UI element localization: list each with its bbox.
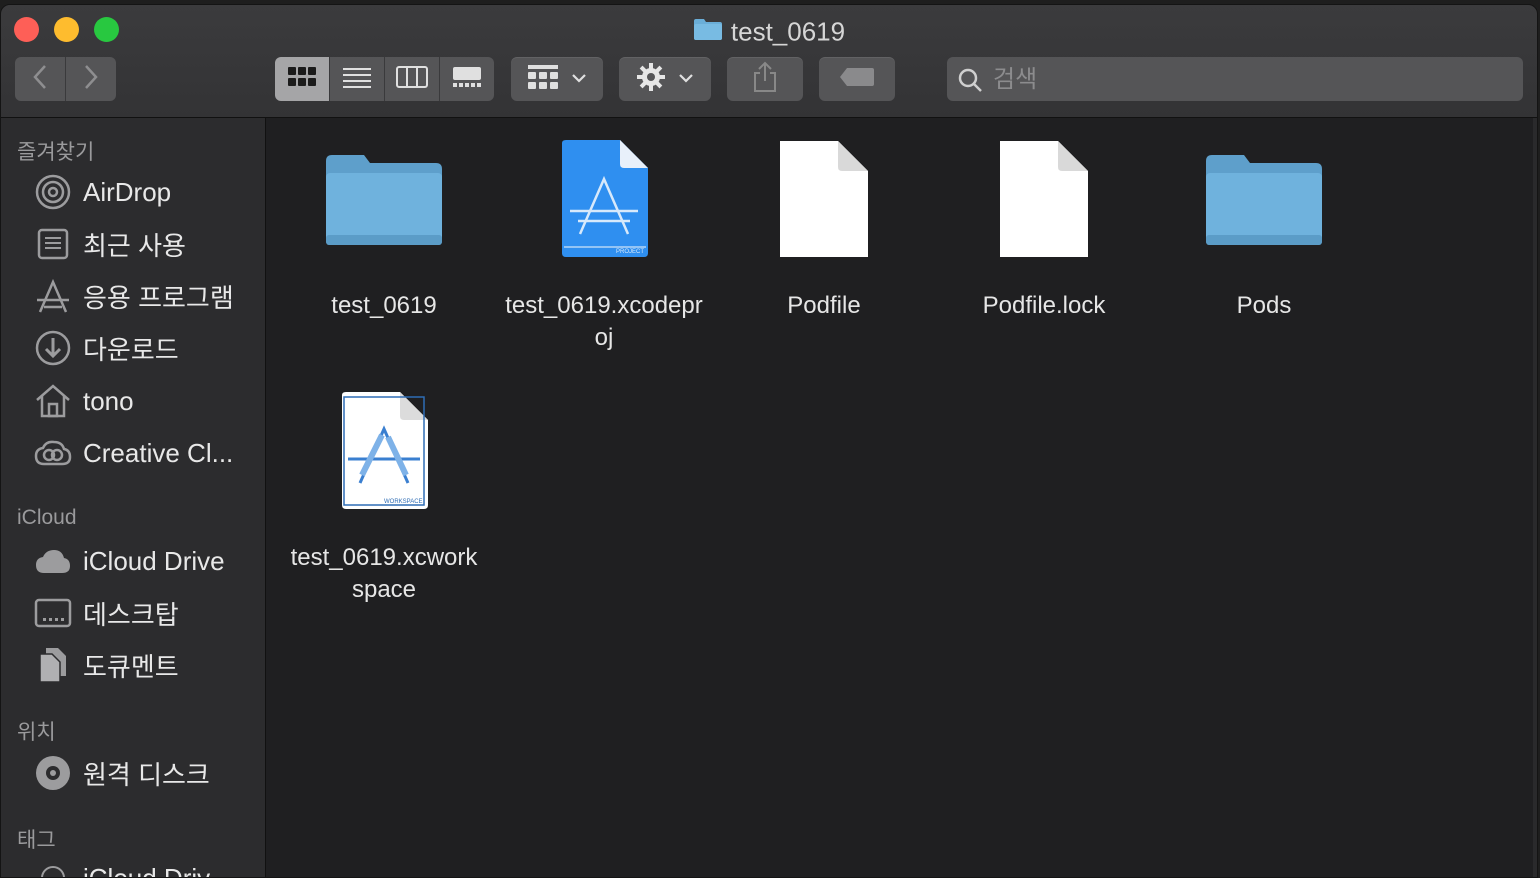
gallery-view-button[interactable] — [440, 57, 494, 101]
svg-text:PROJECT: PROJECT — [616, 249, 644, 255]
sidebar-item-label: 데스크탑 — [83, 595, 179, 632]
file-item[interactable]: PROJECT test_0619.xcodeproj — [499, 134, 709, 354]
folder-icon — [1159, 134, 1369, 264]
sidebar-item-label: 원격 디스크 — [83, 755, 210, 792]
forward-button[interactable] — [66, 57, 116, 101]
sidebar-item-label: Creative Cl... — [83, 438, 233, 469]
column-view-button[interactable] — [385, 57, 440, 101]
view-mode-group — [275, 57, 494, 101]
toolbar: test_0619 — [1, 5, 1537, 118]
back-forward-group — [15, 57, 116, 101]
list-view-button[interactable] — [330, 57, 385, 101]
xcworkspace-icon: WORKSPACE — [279, 386, 489, 516]
search-input[interactable] — [991, 63, 1495, 97]
column-view-icon — [396, 66, 428, 93]
tag-button[interactable] — [819, 57, 895, 101]
sidebar-item-label: 최근 사용 — [83, 226, 186, 263]
sidebar: 즐겨찾기 AirDrop 최근 사용 응용 프로그램 다운로드 tono Cre… — [1, 118, 266, 878]
xcodeproj-icon: PROJECT — [499, 134, 709, 264]
window-title-label: test_0619 — [731, 17, 845, 47]
chevron-down-icon — [571, 70, 587, 88]
sidebar-item-icloud-drive[interactable]: iCloud Drive — [33, 539, 259, 583]
folder-icon — [279, 134, 489, 264]
search-field[interactable] — [947, 57, 1523, 101]
folder-icon — [693, 17, 723, 48]
sidebar-item-airdrop[interactable]: AirDrop — [33, 170, 259, 214]
file-name: test_0619.xcworkspace — [279, 542, 489, 606]
file-item[interactable]: WORKSPACE test_0619.xcworkspace — [279, 386, 489, 606]
chevron-down-icon — [678, 70, 694, 88]
remote-disc-icon — [33, 753, 73, 793]
file-item[interactable]: Pods — [1159, 134, 1369, 322]
finder-window: test_0619 — [0, 4, 1538, 878]
sidebar-item-applications[interactable]: 응용 프로그램 — [33, 274, 259, 318]
sidebar-item-desktop[interactable]: 데스크탑 — [33, 591, 259, 635]
sidebar-item-creative-cloud[interactable]: Creative Cl... — [33, 431, 259, 475]
file-item[interactable]: test_0619 — [279, 134, 489, 322]
file-name: Podfile.lock — [939, 290, 1149, 322]
svg-text:WORKSPACE: WORKSPACE — [384, 499, 423, 505]
tag-circle-icon — [33, 858, 73, 878]
file-name: Podfile — [719, 290, 929, 322]
creative-cloud-icon — [33, 433, 73, 473]
icon-view-icon — [287, 66, 317, 93]
documents-icon — [33, 645, 73, 685]
sidebar-item-tag[interactable]: iCloud Driv — [33, 856, 259, 878]
sidebar-item-downloads[interactable]: 다운로드 — [33, 326, 259, 370]
group-by-button[interactable] — [511, 57, 603, 101]
sidebar-section-icloud: iCloud — [17, 506, 77, 530]
sidebar-section-tags: 태그 — [17, 824, 56, 854]
chevron-right-icon — [83, 64, 99, 95]
sidebar-item-recents[interactable]: 최근 사용 — [33, 222, 259, 266]
share-icon — [752, 61, 778, 98]
file-name: Pods — [1159, 290, 1369, 322]
sidebar-item-label: AirDrop — [83, 177, 171, 208]
icon-view-button[interactable] — [275, 57, 330, 101]
document-icon — [719, 134, 929, 264]
desktop-icon — [33, 593, 73, 633]
sidebar-item-label: iCloud Drive — [83, 546, 225, 577]
search-icon — [957, 67, 983, 98]
sidebar-item-label: 응용 프로그램 — [83, 278, 234, 315]
file-grid: test_0619 PROJECT test_0619.xcodeproj Po… — [266, 118, 1537, 877]
sidebar-section-favorites: 즐겨찾기 — [17, 136, 94, 166]
sidebar-item-remote-disc[interactable]: 원격 디스크 — [33, 751, 259, 795]
document-icon — [939, 134, 1149, 264]
chevron-left-icon — [32, 64, 48, 95]
airdrop-icon — [33, 172, 73, 212]
file-item[interactable]: Podfile.lock — [939, 134, 1149, 322]
recents-icon — [33, 224, 73, 264]
window-title: test_0619 — [1, 15, 1537, 48]
file-name: test_0619.xcodeproj — [499, 290, 709, 354]
sidebar-item-documents[interactable]: 도큐멘트 — [33, 643, 259, 687]
action-button[interactable] — [619, 57, 711, 101]
home-icon — [33, 381, 73, 421]
sidebar-section-locations: 위치 — [17, 716, 56, 746]
tag-icon — [839, 67, 875, 92]
gallery-view-icon — [452, 66, 482, 93]
sidebar-item-home[interactable]: tono — [33, 379, 259, 423]
list-view-icon — [342, 66, 372, 93]
sidebar-item-label: tono — [83, 386, 134, 417]
back-button[interactable] — [15, 57, 66, 101]
cloud-icon — [33, 541, 73, 581]
group-by-icon — [527, 64, 559, 95]
scrollbar-track[interactable] — [1533, 118, 1537, 877]
sidebar-item-label: 도큐멘트 — [83, 647, 179, 684]
applications-icon — [33, 276, 73, 316]
gear-icon — [636, 62, 666, 97]
file-name: test_0619 — [279, 290, 489, 322]
share-button[interactable] — [727, 57, 803, 101]
file-item[interactable]: Podfile — [719, 134, 929, 322]
sidebar-item-label: 다운로드 — [83, 330, 179, 367]
downloads-icon — [33, 328, 73, 368]
